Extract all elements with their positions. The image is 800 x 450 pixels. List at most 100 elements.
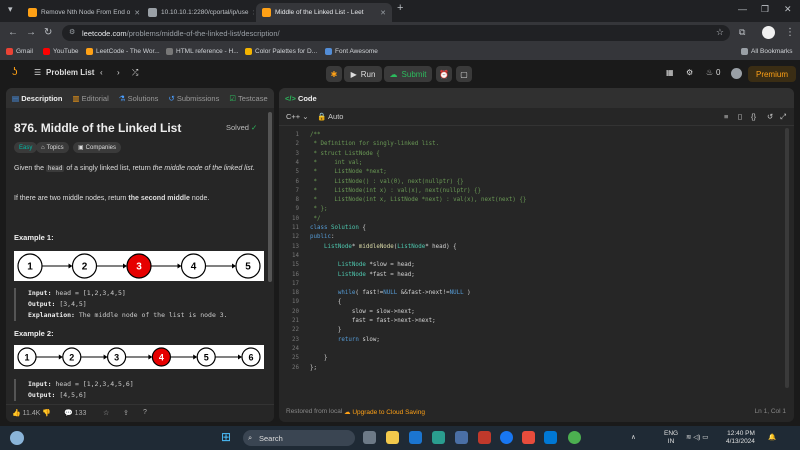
tab-description[interactable]: ▤ Description <box>12 94 62 103</box>
site-info-icon[interactable]: ⚙ <box>69 28 75 36</box>
leetcode-icon <box>86 48 93 55</box>
description-footer: 👍 11.4K 👎 💬 133 ☆ ⇪ ? <box>6 404 274 422</box>
tab-title: 10.10.10.1:2280/cportal/ip/use <box>161 9 249 16</box>
store-icon[interactable] <box>455 431 468 444</box>
tab-remove-nth[interactable]: Remove Nth Node From End o ✕ <box>22 3 140 22</box>
tab-testcase[interactable]: ☑ Testcase <box>229 94 267 103</box>
bookmark-icon[interactable]: ▯ <box>738 112 742 121</box>
line-number: 11 <box>292 225 299 231</box>
bookmark-html-reference[interactable]: HTML reference - H... <box>166 48 239 55</box>
help-icon[interactable]: ? <box>143 409 147 416</box>
tab-search-icon[interactable]: ▾ <box>8 4 13 15</box>
reset-icon[interactable]: ↺ <box>767 112 773 121</box>
line-number: 3 <box>295 150 300 157</box>
tag-icon: ⌂ <box>41 144 45 151</box>
vscode-icon[interactable] <box>544 431 557 444</box>
task-view-icon[interactable] <box>363 431 376 444</box>
user-avatar[interactable] <box>731 68 742 79</box>
taskbar-search[interactable]: ⌕ Search <box>243 430 355 446</box>
new-tab-button[interactable]: + <box>397 2 403 14</box>
cloud-icon: ☁ <box>344 409 351 416</box>
tab-cportal[interactable]: 10.10.10.1:2280/cportal/ip/use ✕ <box>142 3 254 22</box>
file-explorer-icon[interactable] <box>386 431 399 444</box>
description-icon: ▤ <box>12 93 20 103</box>
restore-button[interactable]: ❐ <box>761 4 769 15</box>
bookmark-gmail[interactable]: Gmail <box>6 48 33 55</box>
address-bar[interactable]: ⚙ leetcode.com /problems/middle-of-the-l… <box>62 25 730 41</box>
tab-middle-linked-list[interactable]: Middle of the Linked List - Leet ✕ <box>256 3 392 22</box>
example-input: Input: head = [1,2,3,4,5] <box>28 288 264 299</box>
format-icon[interactable]: ≡ <box>724 112 728 121</box>
date-label: 4/13/2024 <box>726 438 755 445</box>
bookmark-youtube[interactable]: YouTube <box>43 48 79 55</box>
explanation-value: The middle node of the list is node 3. <box>78 311 228 319</box>
favorite-star-icon[interactable]: ☆ <box>103 409 109 417</box>
minimize-button[interactable]: — <box>738 4 747 14</box>
tab-submissions[interactable]: ↺ Submissions <box>168 94 219 103</box>
chrome-icon[interactable] <box>568 431 581 444</box>
prev-problem-icon[interactable]: ‹ <box>100 68 103 77</box>
braces-icon[interactable]: {} <box>751 112 756 121</box>
window-close-button[interactable]: ✕ <box>784 4 792 15</box>
bug-icon: ✱ <box>330 69 338 79</box>
autocomplete-toggle[interactable]: 🔒 Auto <box>317 112 343 121</box>
notes-button[interactable]: ▢ <box>456 66 472 82</box>
streak-count: 0 <box>716 68 721 77</box>
tab-editorial[interactable]: ▥ Editorial <box>72 94 108 103</box>
premium-button[interactable]: Premium <box>748 66 796 82</box>
tab-solutions[interactable]: ⚗ Solutions <box>119 94 159 103</box>
tray-chevron-icon[interactable]: ∧ <box>631 433 636 441</box>
notification-bell-icon[interactable]: 🔔 <box>768 433 776 441</box>
streak-fire-icon[interactable]: ♨ <box>706 68 713 77</box>
topics-chip[interactable]: ⌂ Topics <box>36 142 69 153</box>
reload-icon[interactable]: ↻ <box>44 27 52 38</box>
extensions-icon[interactable]: ⧉ <box>739 27 745 38</box>
dislike-button[interactable]: 👎 <box>42 409 51 417</box>
facebook-icon[interactable] <box>500 431 513 444</box>
upgrade-link[interactable]: ☁ Upgrade to Cloud Saving <box>344 408 425 416</box>
close-icon[interactable]: ✕ <box>252 9 254 17</box>
thumbs-up-icon: 👍 <box>12 410 21 417</box>
share-icon[interactable]: ⇪ <box>123 409 129 417</box>
bookmark-color-palettes[interactable]: Color Palettes for D... <box>245 48 317 55</box>
language-select[interactable]: C++ ⌄ <box>286 112 309 121</box>
settings-gear-icon[interactable]: ⚙ <box>686 68 693 77</box>
leetcode-logo-icon[interactable]: ʖ <box>12 66 18 78</box>
problem-list-link[interactable]: Problem List <box>46 68 94 77</box>
close-icon[interactable]: ✕ <box>380 9 386 17</box>
language-indicator[interactable]: ENG IN <box>664 430 678 446</box>
timer-button[interactable]: ⏰ <box>436 66 452 82</box>
profile-avatar[interactable] <box>762 26 775 39</box>
like-button[interactable]: 👍 11.4K <box>12 409 40 417</box>
chip-label: Topics <box>46 144 64 151</box>
editor-scrollbar[interactable] <box>785 128 789 388</box>
bookmark-star-icon[interactable]: ☆ <box>716 27 724 38</box>
layout-grid-icon[interactable]: ▦ <box>666 68 674 77</box>
fullscreen-icon[interactable]: ⤢ <box>780 112 786 122</box>
bookmark-font-awesome[interactable]: Font Awesome <box>325 48 378 55</box>
bookmark-leetcode[interactable]: LeetCode - The Wor... <box>86 48 160 55</box>
back-arrow-icon[interactable]: ← <box>8 27 18 38</box>
windows-start-icon[interactable]: ⊞ <box>221 431 234 444</box>
comments-button[interactable]: 💬 133 <box>64 409 86 417</box>
shuffle-icon[interactable]: ⤮ <box>132 68 138 78</box>
code-tab[interactable]: </> Code <box>285 94 317 103</box>
debug-button[interactable]: ✱ <box>326 66 342 82</box>
mcafee-icon[interactable] <box>478 431 491 444</box>
close-icon[interactable]: ✕ <box>134 9 140 17</box>
wifi-volume-battery-icon[interactable]: ≋ ◁) ▭ <box>686 433 708 441</box>
mail-icon[interactable] <box>409 431 422 444</box>
description-scrollbar[interactable] <box>268 112 272 282</box>
browser-menu-icon[interactable]: ⋮ <box>785 27 795 38</box>
run-button[interactable]: ▶ Run <box>344 66 382 82</box>
clock[interactable]: 12:40 PM 4/13/2024 <box>726 430 755 446</box>
office-icon[interactable] <box>522 431 535 444</box>
weather-icon[interactable] <box>10 431 24 445</box>
companies-chip[interactable]: ▣ Companies <box>73 142 122 153</box>
forward-arrow-icon[interactable]: → <box>26 27 36 38</box>
edge-icon[interactable] <box>432 431 445 444</box>
all-bookmarks[interactable]: All Bookmarks <box>741 48 793 55</box>
difficulty-badge[interactable]: Easy <box>14 142 38 153</box>
next-problem-icon[interactable]: › <box>117 68 120 77</box>
submit-button[interactable]: ☁ Submit <box>384 66 432 82</box>
